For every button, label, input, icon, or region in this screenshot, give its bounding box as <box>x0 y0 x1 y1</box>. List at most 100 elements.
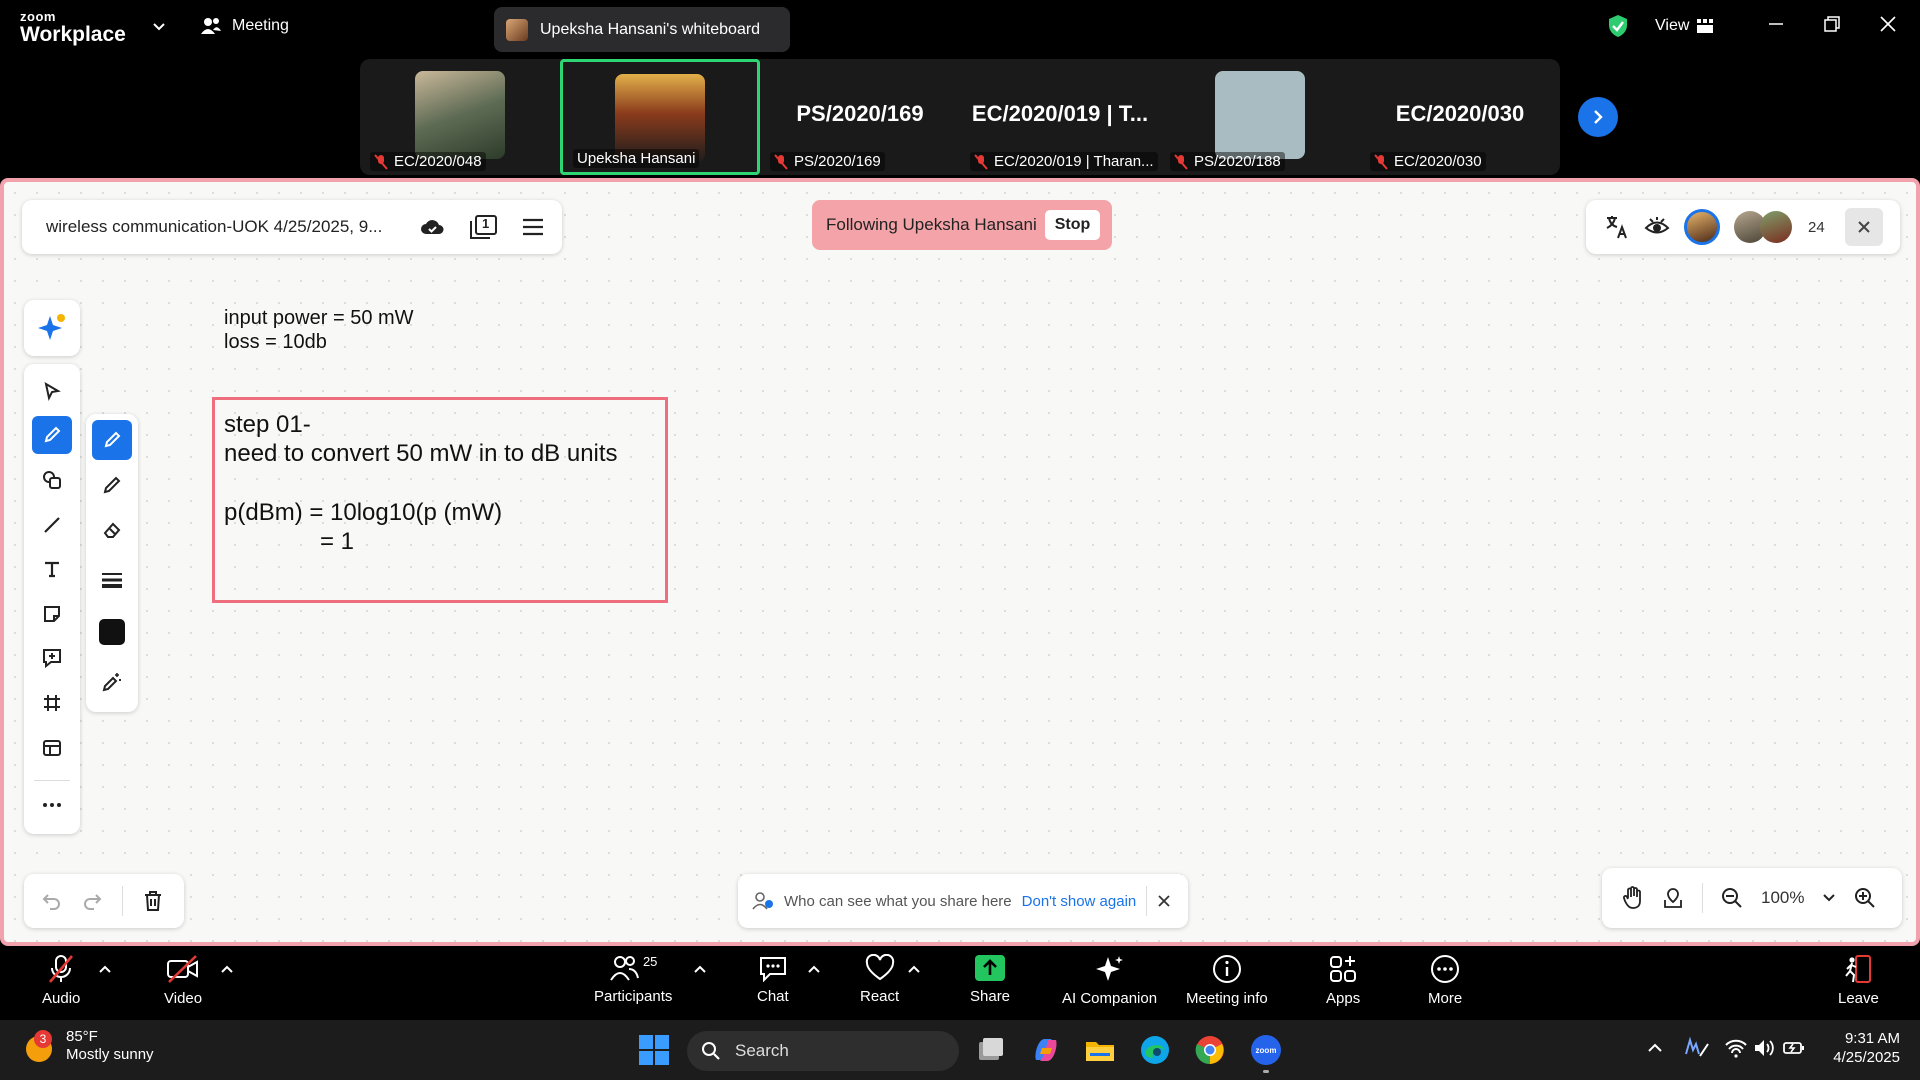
grid-icon <box>1697 19 1714 33</box>
participant-tile[interactable]: EC/2020/019 | T... EC/2020/019 | Tharan.… <box>960 59 1160 175</box>
chat-options-caret[interactable] <box>808 964 820 974</box>
leave-button[interactable]: Leave <box>1838 954 1879 1007</box>
participants-button[interactable]: 25 Participants <box>594 954 672 1005</box>
ai-companion-button[interactable]: AI Companion <box>1062 954 1157 1007</box>
participant-tile[interactable]: EC/2020/048 <box>360 59 560 175</box>
zoom-in-icon[interactable] <box>1854 887 1876 909</box>
menu-icon[interactable] <box>522 218 544 236</box>
view-button[interactable]: View <box>1655 17 1714 35</box>
dont-show-again-link[interactable]: Don't show again <box>1022 893 1137 910</box>
translate-icon[interactable] <box>1604 214 1630 240</box>
pages-icon[interactable]: 1 <box>468 214 498 240</box>
react-button[interactable]: React <box>860 954 899 1005</box>
wifi-icon[interactable] <box>1724 1036 1748 1060</box>
pen-option[interactable] <box>92 420 132 460</box>
visibility-icon[interactable] <box>1644 216 1670 238</box>
shapes-tool[interactable] <box>32 461 72 499</box>
chevron-down-icon[interactable] <box>1822 891 1836 905</box>
comment-tool[interactable] <box>32 639 72 677</box>
canvas-text-input-power[interactable]: input power = 50 mW <box>224 306 414 331</box>
pencil-option[interactable] <box>92 465 132 505</box>
pen-input-icon[interactable] <box>1684 1036 1712 1060</box>
pen-tool[interactable] <box>32 416 72 454</box>
audio-options-caret[interactable] <box>99 964 111 974</box>
ai-assist-button[interactable] <box>24 300 80 356</box>
select-tool[interactable] <box>32 372 72 410</box>
video-label: Video <box>164 990 203 1007</box>
chrome-browser-icon[interactable] <box>1194 1034 1226 1066</box>
undo-icon[interactable] <box>42 891 62 911</box>
share-button[interactable]: Share <box>970 954 1010 1005</box>
more-icon <box>1431 955 1460 983</box>
color-option[interactable] <box>92 612 132 652</box>
participant-tile-active[interactable]: Upeksha Hansani <box>560 59 760 175</box>
react-options-caret[interactable] <box>908 964 920 974</box>
system-clock[interactable]: 9:31 AM 4/25/2025 <box>1820 1030 1900 1068</box>
cloud-saved-icon[interactable] <box>420 217 444 237</box>
participant-tile[interactable]: PS/2020/188 <box>1160 59 1360 175</box>
whiteboard-tab[interactable]: Upeksha Hansani's whiteboard <box>494 7 790 52</box>
video-button[interactable]: Video <box>164 954 202 1007</box>
chevron-down-icon[interactable] <box>152 20 166 34</box>
close-window-button[interactable] <box>1878 14 1898 34</box>
hand-icon[interactable] <box>1622 886 1644 910</box>
copilot-icon[interactable] <box>1030 1034 1062 1066</box>
meeting-controls-bar: Audio Video 25 Participants Chat React S… <box>0 948 1920 1018</box>
avatar <box>506 18 528 41</box>
volume-icon[interactable] <box>1752 1036 1776 1060</box>
zoom-controls: 100% <box>1602 868 1902 928</box>
meeting-menu-button[interactable]: Meeting <box>200 16 289 36</box>
canvas-text-convert[interactable]: need to convert 50 mW in to dB units <box>224 439 618 469</box>
avatar-group[interactable] <box>1734 211 1792 243</box>
edge-browser-icon[interactable] <box>1139 1034 1171 1066</box>
trash-icon[interactable] <box>143 890 163 912</box>
next-page-button[interactable] <box>1578 97 1618 137</box>
video-options-caret[interactable] <box>221 964 233 974</box>
weather-widget[interactable]: 3 85°F Mostly sunny <box>24 1028 154 1064</box>
sticky-note-tool[interactable] <box>32 595 72 633</box>
close-whiteboard-button[interactable] <box>1844 208 1883 246</box>
participant-tile[interactable]: PS/2020/169 PS/2020/169 <box>760 59 960 175</box>
magic-pen-option[interactable] <box>92 662 132 702</box>
line-tool[interactable] <box>32 506 72 544</box>
apps-button[interactable]: Apps <box>1326 954 1360 1007</box>
more-button[interactable]: More <box>1428 954 1462 1007</box>
task-view-icon[interactable] <box>975 1034 1007 1066</box>
whiteboard-toolbar <box>24 364 80 834</box>
pen-options-toolbar <box>86 414 138 712</box>
windows-start-icon[interactable] <box>638 1034 670 1066</box>
more-tools-button[interactable] <box>32 786 72 824</box>
chat-button[interactable]: Chat <box>757 954 789 1005</box>
zoom-level[interactable]: 100% <box>1761 888 1804 908</box>
canvas-text-step[interactable]: step 01- <box>224 410 311 440</box>
restore-button[interactable] <box>1822 14 1842 34</box>
participant-tile[interactable]: EC/2020/030 EC/2020/030 <box>1360 59 1560 175</box>
minimize-button[interactable] <box>1766 14 1786 34</box>
whiteboard-canvas[interactable]: wireless communication-UOK 4/25/2025, 9.… <box>0 178 1920 946</box>
participants-options-caret[interactable] <box>694 964 706 974</box>
templates-tool[interactable] <box>32 729 72 767</box>
close-icon[interactable] <box>1157 894 1171 908</box>
video-off-icon <box>167 955 199 983</box>
location-map-icon[interactable] <box>1662 887 1684 909</box>
eraser-option[interactable] <box>92 510 132 550</box>
stroke-width-option[interactable] <box>92 560 132 600</box>
battery-icon[interactable] <box>1782 1036 1806 1060</box>
zoom-out-icon[interactable] <box>1721 887 1743 909</box>
text-tool[interactable] <box>32 550 72 588</box>
file-explorer-icon[interactable] <box>1084 1034 1116 1066</box>
audio-button[interactable]: Audio <box>42 954 80 1007</box>
stop-following-button[interactable]: Stop <box>1044 210 1101 240</box>
security-shield-icon[interactable] <box>1607 14 1629 38</box>
show-hidden-icons[interactable] <box>1645 1038 1665 1058</box>
frame-tool[interactable] <box>32 684 72 722</box>
canvas-text-formula[interactable]: p(dBm) = 10log10(p (mW) <box>224 498 502 528</box>
redo-icon[interactable] <box>82 891 102 911</box>
whiteboard-file-name[interactable]: wireless communication-UOK 4/25/2025, 9.… <box>46 217 406 237</box>
canvas-text-loss[interactable]: loss = 10db <box>224 330 327 355</box>
taskbar-search[interactable]: Search <box>687 1031 959 1071</box>
zoom-app-icon[interactable]: zoom <box>1250 1034 1282 1073</box>
avatar-following[interactable] <box>1684 209 1720 245</box>
meeting-info-button[interactable]: Meeting info <box>1186 954 1268 1007</box>
canvas-text-result[interactable]: = 1 <box>320 527 354 557</box>
